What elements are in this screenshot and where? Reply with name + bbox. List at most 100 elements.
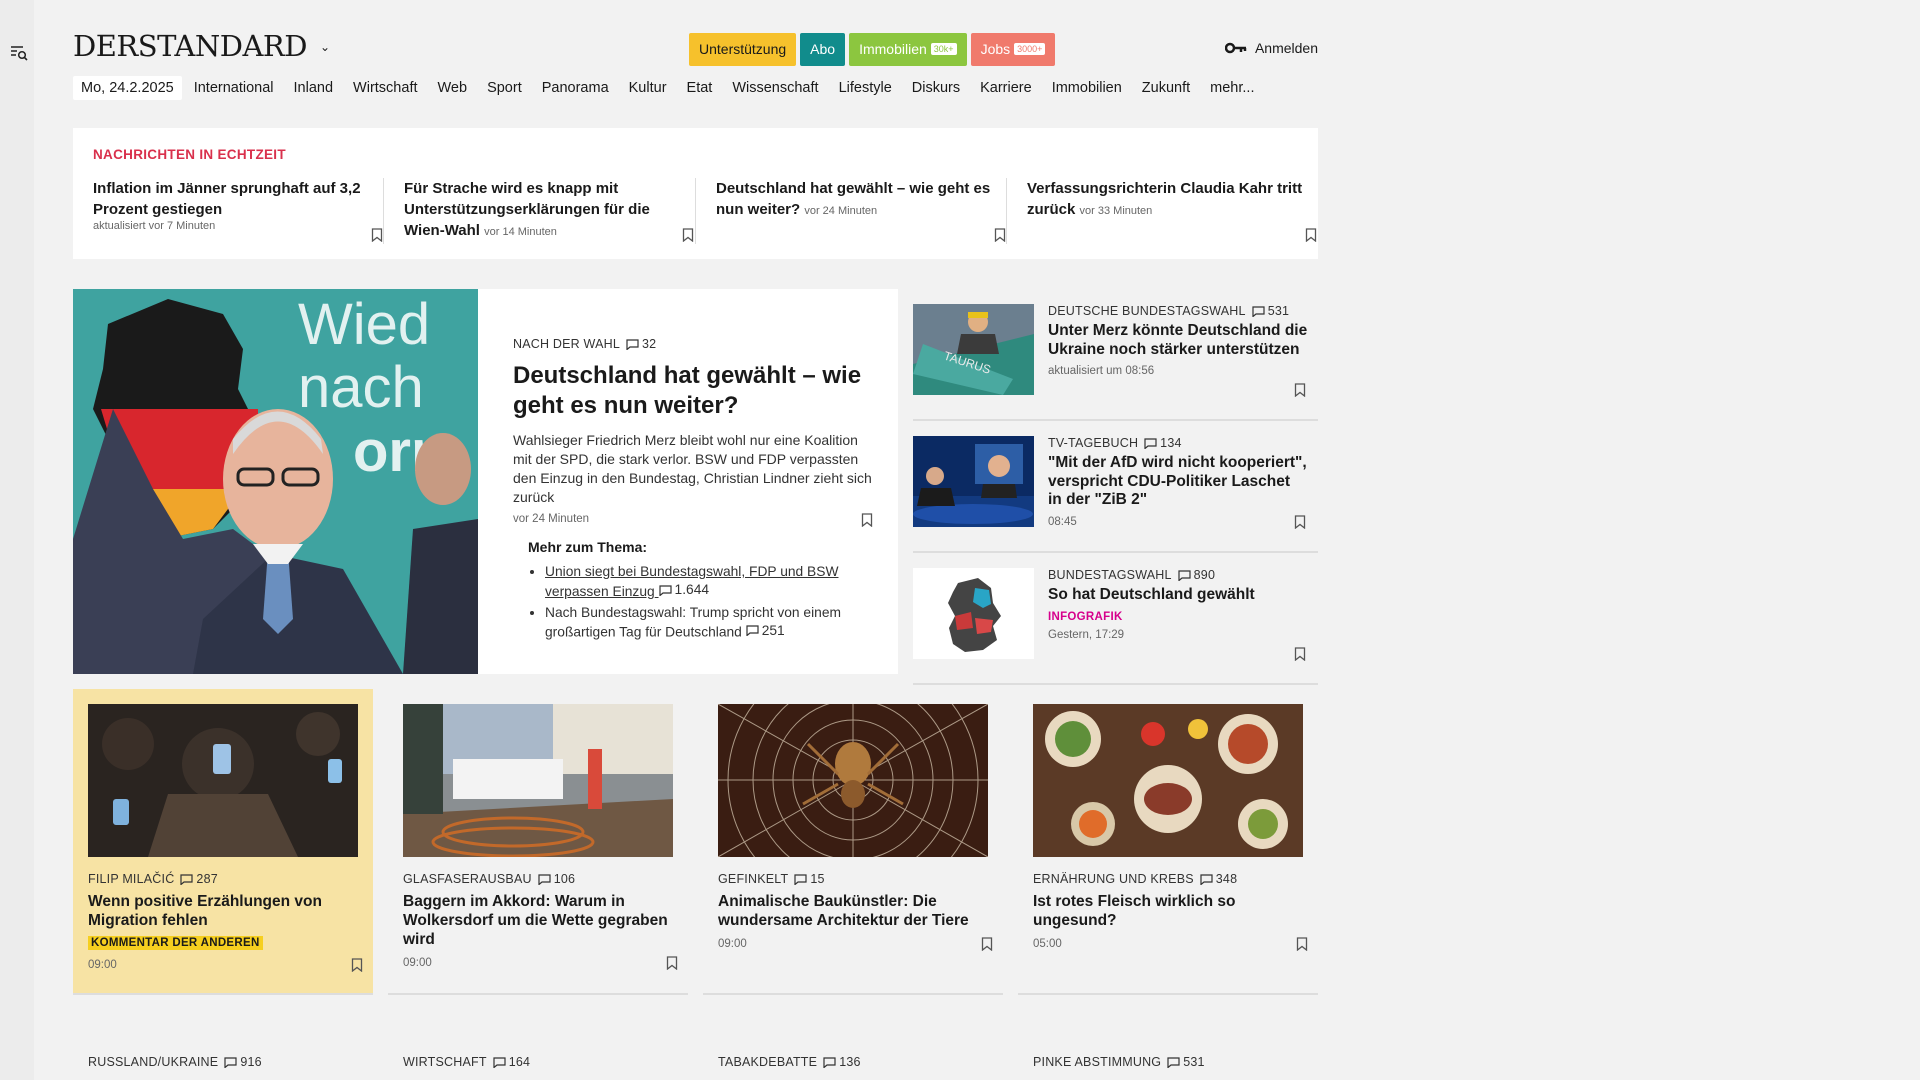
ticker-item-title: Verfassungsrichterin Claudia Kahr tritt … bbox=[1027, 180, 1303, 218]
live-news-ticker: NACHRICHTEN IN ECHTZEIT Inflation im Jän… bbox=[73, 128, 1318, 259]
nav-item-wirtschaft[interactable]: Wirtschaft bbox=[353, 80, 417, 96]
story-card[interactable]: GEFINKELT 15 Animalische Baukünstler: Di… bbox=[703, 689, 1003, 995]
nav-item-diskurs[interactable]: Diskurs bbox=[912, 80, 960, 96]
comment-count: 1.644 bbox=[658, 581, 709, 599]
nav-item-zukunft[interactable]: Zukunft bbox=[1142, 80, 1190, 96]
category-badge: KOMMENTAR DER ANDEREN bbox=[88, 936, 263, 950]
story-card-kicker: TABAKDEBATTE 136 bbox=[718, 1055, 861, 1069]
bookmark-icon[interactable] bbox=[1296, 937, 1308, 951]
comment-icon bbox=[1200, 873, 1213, 885]
ticker-item-time: vor 24 Minuten bbox=[804, 205, 878, 217]
bookmark-icon[interactable] bbox=[994, 228, 1006, 242]
site-logo[interactable]: DERSTANDARD bbox=[73, 29, 307, 63]
nav-item-panorama[interactable]: Panorama bbox=[542, 80, 609, 96]
bookmark-icon[interactable] bbox=[371, 228, 383, 242]
comment-count[interactable]: 15 bbox=[794, 872, 824, 886]
story-card-title[interactable]: Ist rotes Fleisch wirklich so ungesund? bbox=[1033, 892, 1308, 930]
ticker-item[interactable]: Inflation im Jänner sprunghaft auf 3,2 P… bbox=[93, 178, 383, 244]
comment-count[interactable]: 164 bbox=[493, 1055, 530, 1069]
nav-item-kultur[interactable]: Kultur bbox=[629, 80, 667, 96]
side-story-image[interactable]: TAURUS bbox=[913, 304, 1034, 395]
story-card-kicker: FILIP MILAČIĆ 287 bbox=[88, 872, 363, 886]
side-story-title[interactable]: Unter Merz könnte Deutschland die Ukrain… bbox=[1048, 322, 1308, 359]
story-card-image[interactable] bbox=[718, 704, 988, 857]
story-card-image[interactable] bbox=[403, 704, 673, 857]
related-item[interactable]: Nach Bundestagswahl: Trump spricht von e… bbox=[545, 604, 873, 642]
comment-count[interactable]: 136 bbox=[823, 1055, 860, 1069]
bookmark-icon[interactable] bbox=[666, 956, 678, 970]
related-link[interactable]: Union siegt bei Bundestagswahl, FDP und … bbox=[545, 564, 838, 599]
comment-icon bbox=[1252, 305, 1265, 317]
story-card-kicker: RUSSLAND/UKRAINE 916 bbox=[88, 1055, 262, 1069]
comment-count-value: 916 bbox=[240, 1055, 262, 1069]
bookmark-icon[interactable] bbox=[861, 513, 873, 527]
nav-item-karriere[interactable]: Karriere bbox=[980, 80, 1032, 96]
bookmark-icon[interactable] bbox=[1294, 383, 1306, 397]
bookmark-icon[interactable] bbox=[1294, 515, 1306, 529]
comment-count[interactable]: 106 bbox=[538, 872, 575, 886]
nav-item-immobilien[interactable]: Immobilien bbox=[1052, 80, 1122, 96]
bookmark-icon[interactable] bbox=[981, 937, 993, 951]
pill-jobs[interactable]: Jobs 3000+ bbox=[970, 33, 1056, 66]
comment-count[interactable]: 32 bbox=[626, 337, 656, 351]
side-story-title[interactable]: "Mit der AfD wird nicht kooperiert", ver… bbox=[1048, 454, 1308, 510]
side-story-image[interactable] bbox=[913, 568, 1034, 659]
comment-count-value: 136 bbox=[839, 1055, 861, 1069]
ticker-item[interactable]: Verfassungsrichterin Claudia Kahr tritt … bbox=[1027, 178, 1317, 244]
time-label: 09:00 bbox=[403, 957, 432, 969]
comment-count[interactable]: 287 bbox=[180, 872, 218, 886]
ticker-item[interactable]: Deutschland hat gewählt – wie geht es nu… bbox=[716, 178, 1006, 244]
related-item: Union siegt bei Bundestagswahl, FDP und … bbox=[545, 563, 873, 601]
comment-count[interactable]: 348 bbox=[1200, 872, 1237, 886]
nav-item-etat[interactable]: Etat bbox=[687, 80, 713, 96]
pill-abo[interactable]: Abo bbox=[800, 33, 846, 66]
lead-story-image[interactable]: Wied nach orn bbox=[73, 289, 478, 674]
kicker-label: TABAKDEBATTE bbox=[718, 1055, 818, 1069]
nav-item-wissenschaft[interactable]: Wissenschaft bbox=[732, 80, 818, 96]
bookmark-icon[interactable] bbox=[682, 228, 694, 242]
story-card[interactable]: FILIP MILAČIĆ 287 Wenn positive Erzählun… bbox=[73, 689, 373, 995]
nav-item-sport[interactable]: Sport bbox=[487, 80, 522, 96]
comment-icon bbox=[823, 1056, 836, 1068]
comment-count[interactable]: 890 bbox=[1178, 568, 1215, 582]
menu-search-icon[interactable] bbox=[10, 44, 28, 62]
lead-story[interactable]: Wied nach orn NACH DER WAHL 32 Deutschla… bbox=[73, 289, 898, 674]
logo-chevron-down-icon[interactable]: ⌄ bbox=[320, 40, 330, 54]
comment-count[interactable]: 531 bbox=[1252, 304, 1289, 318]
side-story[interactable]: BUNDESTAGSWAHL 890 So hat Deutschland ge… bbox=[913, 553, 1318, 685]
side-story-kicker: BUNDESTAGSWAHL 890 bbox=[1048, 568, 1308, 582]
key-icon bbox=[1224, 42, 1247, 54]
comment-count[interactable]: 134 bbox=[1144, 436, 1181, 450]
side-story-title[interactable]: So hat Deutschland gewählt bbox=[1048, 586, 1308, 605]
nav-item-more[interactable]: mehr... bbox=[1210, 80, 1254, 96]
bookmark-icon[interactable] bbox=[1294, 647, 1306, 661]
side-story-image[interactable] bbox=[913, 436, 1034, 527]
nav-item-international[interactable]: International bbox=[194, 80, 274, 96]
story-card-title[interactable]: Animalische Baukünstler: Die wundersame … bbox=[718, 892, 993, 930]
story-card[interactable]: GLASFASERAUSBAU 106 Baggern im Akkord: W… bbox=[388, 689, 688, 995]
side-story[interactable]: TAURUS DEUTSCHE BUNDESTAGSWAHL 531 Unter… bbox=[913, 289, 1318, 421]
pill-unterstuetzung[interactable]: Unterstützung bbox=[689, 33, 797, 66]
comment-count[interactable]: 916 bbox=[224, 1055, 262, 1069]
side-story[interactable]: TV-TAGEBUCH 134 "Mit der AfD wird nicht … bbox=[913, 421, 1318, 553]
story-card-kicker: ERNÄHRUNG UND KREBS 348 bbox=[1033, 872, 1308, 886]
story-card-image[interactable] bbox=[88, 704, 358, 857]
story-card-title[interactable]: Wenn positive Erzählungen von Migration … bbox=[88, 892, 363, 930]
story-card-time: 05:00 bbox=[1033, 937, 1308, 951]
story-card-image[interactable] bbox=[1033, 704, 1303, 857]
nav-item-inland[interactable]: Inland bbox=[294, 80, 334, 96]
ticker-item[interactable]: Für Strache wird es knapp mit Unterstütz… bbox=[404, 178, 694, 244]
nav-item-lifestyle[interactable]: Lifestyle bbox=[839, 80, 892, 96]
comment-count-value: 32 bbox=[642, 337, 657, 351]
bookmark-icon[interactable] bbox=[1305, 228, 1317, 242]
lead-story-text: NACH DER WAHL 32 Deutschland hat gewählt… bbox=[513, 337, 873, 644]
story-card[interactable]: ERNÄHRUNG UND KREBS 348 Ist rotes Fleisc… bbox=[1018, 689, 1318, 995]
pill-immobilien[interactable]: Immobilien 30k+ bbox=[849, 33, 967, 66]
bookmark-icon[interactable] bbox=[351, 958, 363, 972]
lead-story-title[interactable]: Deutschland hat gewählt – wie geht es nu… bbox=[513, 361, 873, 421]
comment-count[interactable]: 531 bbox=[1167, 1055, 1204, 1069]
nav-item-web[interactable]: Web bbox=[438, 80, 468, 96]
story-card-title[interactable]: Baggern im Akkord: Warum in Wolkersdorf … bbox=[403, 892, 678, 949]
kicker-label: DEUTSCHE BUNDESTAGSWAHL bbox=[1048, 304, 1246, 318]
login-button[interactable]: Anmelden bbox=[1224, 40, 1318, 56]
